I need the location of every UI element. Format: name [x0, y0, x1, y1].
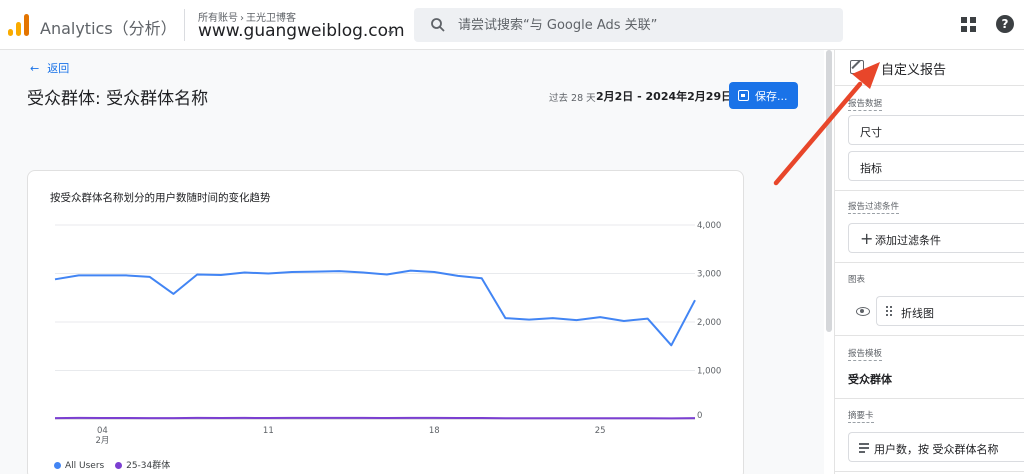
app-title[interactable]: Analytics（分析）	[40, 15, 177, 39]
divider	[835, 262, 1024, 263]
metrics-row[interactable]: 指标	[848, 151, 1024, 181]
drag-handle-icon[interactable]	[886, 306, 892, 316]
legend-label: All Users	[65, 461, 105, 471]
save-icon	[738, 90, 749, 101]
series-line-0	[54, 269, 696, 347]
y-tick-label: 0	[697, 411, 702, 421]
search-icon	[431, 18, 445, 32]
divider	[835, 471, 1024, 472]
eye-icon[interactable]	[856, 307, 870, 316]
x-tick-label: 11	[263, 426, 274, 436]
x-tick-sublabel: 2月	[95, 436, 109, 446]
y-tick-label: 1,000	[697, 367, 721, 377]
divider	[835, 398, 1024, 399]
add-filter-button[interactable]: + 添加过滤条件	[848, 223, 1024, 253]
arrow-left-icon: ←	[30, 62, 40, 75]
y-tick-label: 2,000	[697, 318, 721, 328]
legend-dot	[54, 462, 61, 469]
y-tick-label: 3,000	[697, 270, 721, 280]
legend-label: 25-34群体	[126, 461, 171, 471]
x-tick-label: 18	[429, 426, 440, 436]
plus-icon: +	[860, 229, 874, 248]
section-report-data: 报告数据	[848, 99, 883, 111]
chart-type-row[interactable]: 折线图	[876, 296, 1024, 326]
top-app-bar: Analytics（分析） 所有账号 › 王光卫博客 www.guangweiblo…	[0, 0, 1024, 50]
save-button[interactable]: 保存...	[729, 82, 798, 109]
property-selector[interactable]: www.guangweiblog.com	[198, 21, 405, 41]
chart-card: 按受众群体名称划分的用户数随时间的变化趋势 4,000 3,000 2,000 1,0…	[27, 170, 744, 474]
x-tick-label: 25	[595, 426, 606, 436]
line-chart: 4,000 3,000 2,000 1,000 0 042月 11 18 25	[54, 221, 721, 446]
help-icon[interactable]: ?	[996, 15, 1014, 33]
section-report-filter: 报告过滤条件	[848, 202, 900, 214]
summary-card-row[interactable]: 用户数，按 受众群体名称	[848, 432, 1024, 462]
back-label[interactable]: 返回	[47, 62, 69, 75]
section-report-template: 报告模板	[848, 349, 883, 361]
chart-legend: All Users 25-34群体	[54, 458, 178, 471]
divider	[835, 335, 1024, 336]
page-title: 受众群体: 受众群体名称	[27, 89, 209, 109]
summary-card-label: 用户数，按 受众群体名称	[874, 443, 999, 456]
metrics-label: 指标	[860, 162, 882, 175]
date-range-value[interactable]: 2月2日 - 2024年2月29日	[596, 88, 732, 104]
header-divider	[184, 9, 185, 41]
analytics-logo-icon[interactable]	[8, 12, 30, 36]
template-name: 受众群体	[848, 373, 892, 386]
add-filter-label: 添加过滤条件	[875, 234, 941, 247]
legend-item-25-34[interactable]: 25-34群体	[115, 461, 170, 471]
legend-dot	[115, 462, 123, 469]
customize-report-panel: 自定义报告 报告数据 尺寸 指标 报告过滤条件 + 添加过滤条件 图表 折线图 …	[834, 50, 1024, 474]
dimensions-label: 尺寸	[860, 126, 882, 139]
y-tick-label: 4,000	[697, 221, 721, 231]
divider	[835, 190, 1024, 191]
search-bar[interactable]	[414, 8, 843, 42]
legend-item-all-users[interactable]: All Users	[54, 461, 104, 471]
back-link[interactable]: ← 返回	[30, 60, 69, 76]
main-scrollbar[interactable]	[826, 50, 832, 332]
save-button-label: 保存...	[755, 90, 788, 103]
text-lines-icon	[859, 443, 869, 453]
section-summary-cards: 摘要卡	[848, 411, 874, 423]
edit-icon	[850, 60, 864, 74]
chevron-down-icon[interactable]	[388, 31, 394, 35]
x-tick-label: 04	[97, 426, 108, 436]
chart-type-label: 折线图	[901, 307, 934, 320]
series-line-1	[54, 416, 696, 420]
panel-title: 自定义报告	[881, 63, 947, 78]
main-content: ← 返回 受众群体: 受众群体名称 过去 28 天 2月2日 - 2024年2月2…	[0, 50, 824, 474]
section-chart: 图表	[848, 275, 866, 285]
panel-header: 自定义报告	[835, 50, 1024, 86]
search-input[interactable]	[458, 15, 828, 35]
dimensions-row[interactable]: 尺寸	[848, 115, 1024, 145]
date-range-label[interactable]: 过去 28 天	[549, 90, 596, 104]
apps-grid-icon[interactable]	[961, 17, 977, 33]
